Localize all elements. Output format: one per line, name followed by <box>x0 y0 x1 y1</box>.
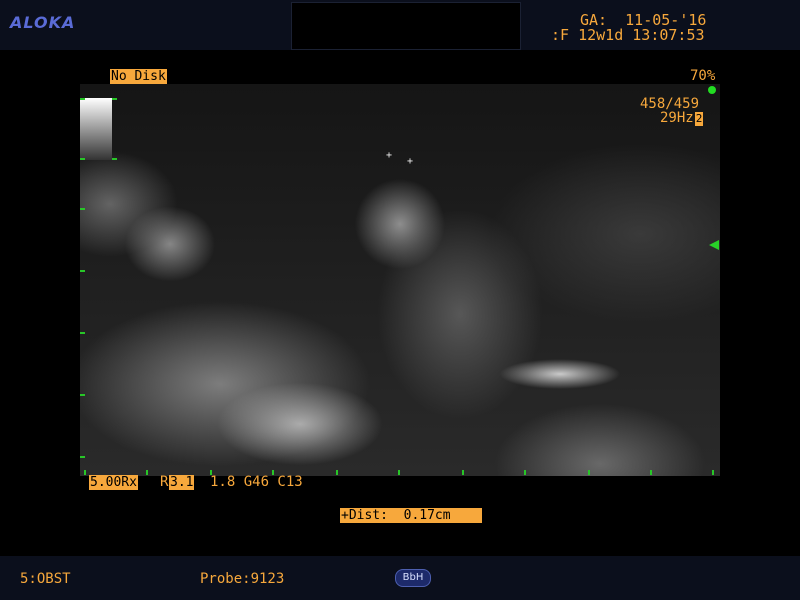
depth-tick <box>80 208 85 210</box>
probe-label: Probe:9123 <box>200 571 285 587</box>
frequency-label: 5.00Rx <box>89 475 138 490</box>
frame-rate-readout: 29Hz 2 <box>660 110 704 126</box>
width-tick <box>146 470 148 475</box>
frame-rate-badge: 2 <box>694 112 704 126</box>
frame-rate-value: 29Hz <box>660 110 694 126</box>
bbh-button[interactable]: BbH <box>395 569 431 587</box>
distance-measurement: +Dist: 0.17cm <box>340 508 482 523</box>
fetal-age-time: :F 12w1d 13:07:53 <box>551 26 705 44</box>
width-tick <box>712 470 714 475</box>
caliper-marker-end[interactable]: + <box>407 157 413 167</box>
measurement-cross-icon: + <box>341 508 349 523</box>
focus-marker-icon <box>709 240 719 250</box>
depth-tick <box>80 332 85 334</box>
range-label: R <box>160 474 169 490</box>
width-tick <box>462 470 464 475</box>
disk-status-label: No Disk <box>110 69 167 84</box>
gain-contrast-params: 1.8 G46 C13 <box>210 474 303 490</box>
grayscale-tick <box>112 158 117 160</box>
width-tick <box>524 470 526 475</box>
width-tick <box>650 470 652 475</box>
acoustic-power-readout: 70% <box>690 68 716 84</box>
patient-info-box <box>291 2 521 50</box>
width-tick <box>398 470 400 475</box>
depth-tick <box>80 394 85 396</box>
depth-tick <box>80 98 85 100</box>
depth-tick <box>80 456 85 458</box>
ultrasound-image <box>80 84 720 476</box>
depth-tick <box>80 158 85 160</box>
depth-tick <box>80 270 85 272</box>
grayscale-bar <box>80 98 112 160</box>
width-tick <box>588 470 590 475</box>
range-value: 3.1 <box>169 475 195 490</box>
width-tick <box>84 470 86 475</box>
caliper-marker-start[interactable]: + <box>386 151 392 161</box>
distance-measurement-text: Dist: 0.17cm <box>348 508 451 523</box>
grayscale-tick <box>112 98 117 100</box>
status-dot-icon <box>708 86 716 94</box>
width-tick <box>336 470 338 475</box>
exam-preset-label: 5:OBST <box>20 571 71 587</box>
brand-logo: ALOKA <box>10 13 76 32</box>
